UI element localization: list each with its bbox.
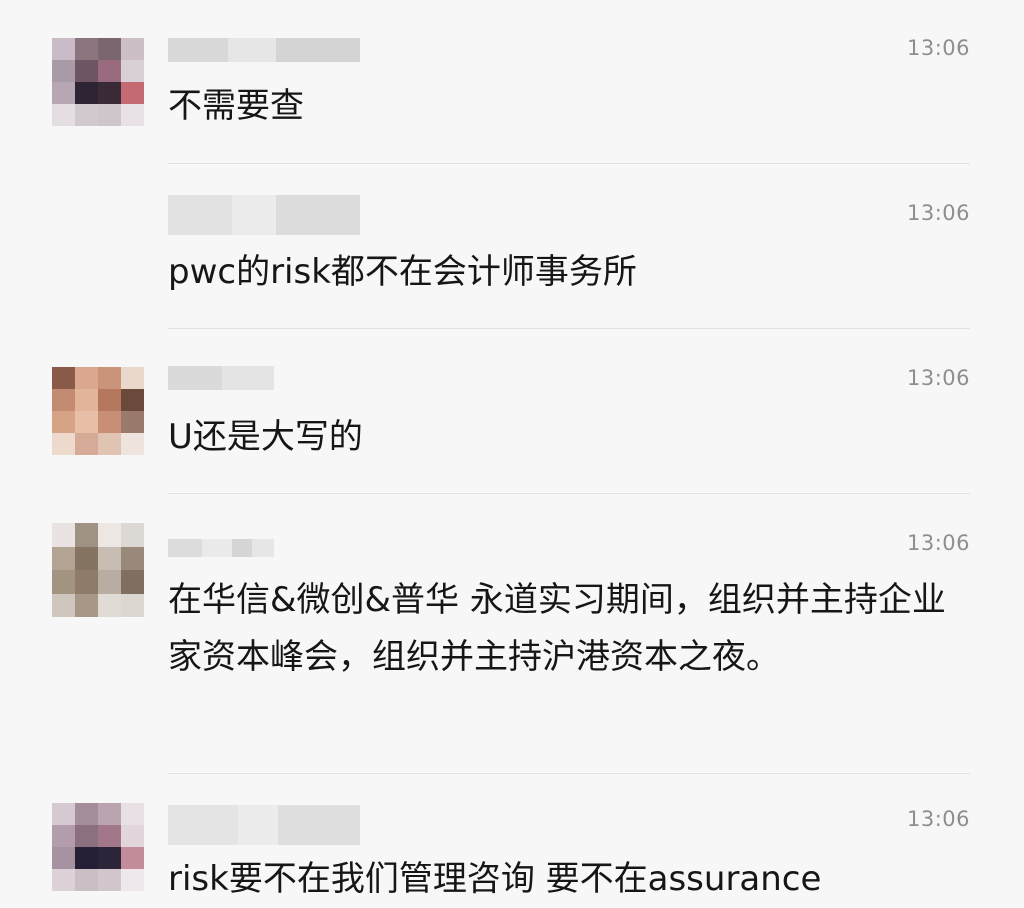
message-text: 在华信&微创&普华 永道实习期间，组织并主持企业家资本峰会，组织并主持沪港资本之… <box>168 580 946 677</box>
message-text: risk要不在我们管理咨询 要不在assurance <box>168 859 822 899</box>
message-text: pwc的risk都不在会计师事务所 <box>168 252 637 292</box>
message-time: 13:06 <box>906 807 970 831</box>
message-divider <box>168 163 970 164</box>
chat-message[interactable]: 13:06 risk要不在我们管理咨询 要不在assurance <box>0 775 1024 905</box>
sender-name-blurred <box>168 195 360 235</box>
message-text: 不需要查 <box>168 86 304 126</box>
message-time: 13:06 <box>906 366 970 390</box>
chat-message[interactable]: 13:06 pwc的risk都不在会计师事务所 <box>0 165 1024 330</box>
avatar[interactable] <box>52 38 144 126</box>
chat-message[interactable]: 13:06 在华信&微创&普华 永道实习期间，组织并主持企业家资本峰会，组织并主… <box>0 495 1024 775</box>
sender-name-blurred <box>168 539 274 557</box>
chat-message[interactable]: 13:06 U还是大写的 <box>0 330 1024 495</box>
avatar[interactable] <box>52 803 144 891</box>
message-divider <box>168 773 970 774</box>
message-divider <box>168 328 970 329</box>
message-time: 13:06 <box>906 201 970 225</box>
avatar[interactable] <box>52 367 144 455</box>
sender-name-blurred <box>168 38 360 62</box>
message-time: 13:06 <box>906 531 970 555</box>
avatar[interactable] <box>52 523 144 617</box>
chat-history: 13:06 不需要查 13:06 pwc的risk都不在会计师事务所 13:06… <box>0 0 1024 905</box>
sender-name-blurred <box>168 366 274 390</box>
chat-message[interactable]: 13:06 不需要查 <box>0 0 1024 165</box>
sender-name-blurred <box>168 805 360 845</box>
message-divider <box>168 493 970 494</box>
message-text: U还是大写的 <box>168 417 363 457</box>
message-time: 13:06 <box>906 36 970 60</box>
